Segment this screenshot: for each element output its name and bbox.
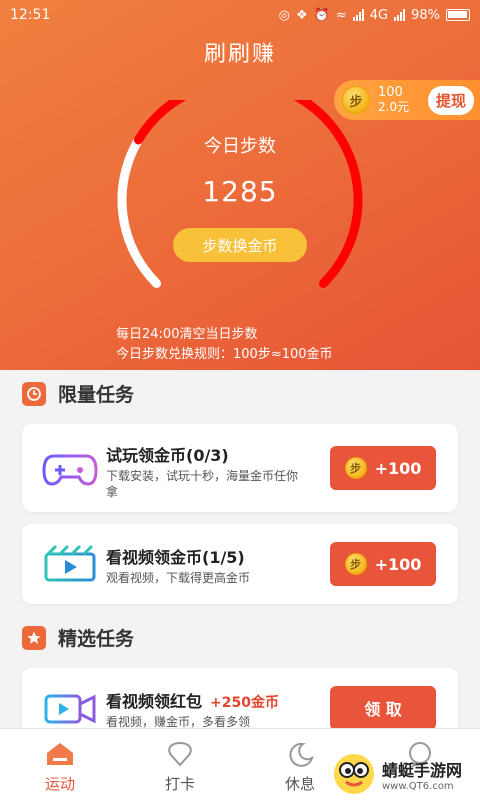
battery-percent: 98%: [411, 7, 440, 23]
wallet-cash: 2.0元: [378, 100, 410, 114]
featured-section-header: 精选任务: [22, 624, 134, 651]
gamepad-icon: [42, 454, 98, 486]
bluetooth-icon: ❖: [295, 7, 308, 23]
task-desc-line: 下载安装，试玩十秒，海量金币任你: [106, 469, 299, 483]
reward-label: +100: [374, 554, 422, 574]
task-card-video[interactable]: 看视频领金币(1/5) 观看视频，下载得更高金币 步 +100: [22, 524, 458, 604]
wallet-coins: 100: [378, 85, 403, 100]
step-count: 1285: [202, 175, 278, 208]
gauge-track: [117, 135, 162, 288]
location-icon: ◎: [278, 7, 290, 23]
task-desc: 观看视频，下载得更高金币: [106, 571, 251, 585]
withdraw-button[interactable]: 提现: [427, 85, 474, 115]
alarm-icon: ⏰: [313, 7, 330, 23]
tab-label: 休息: [284, 775, 315, 793]
status-icons: ◎ ❖ ⏰ ≈ 4G 98%: [279, 8, 470, 23]
tab-sport[interactable]: 运动: [0, 729, 120, 800]
today-steps-label: 今日步数: [204, 136, 276, 157]
watermark-title: 蜻蜓手游网: [382, 760, 463, 780]
watermark: 蜻蜓手游网 www.QT6.com: [332, 748, 480, 800]
coin-icon: 步: [344, 553, 367, 575]
film-icon: [44, 544, 96, 582]
task-title: 看视频领金币(1/5): [106, 548, 245, 567]
tab-checkin[interactable]: 打卡: [120, 729, 240, 800]
page-title: 刷刷赚: [203, 42, 276, 67]
limited-section-header: 限量任务: [22, 380, 134, 407]
status-time: 12:51: [10, 7, 51, 23]
trial-reward-button[interactable]: 步 +100: [330, 446, 436, 490]
reset-rule-text: 每日24:00清空当日步数: [116, 327, 258, 342]
coin-icon: 步: [344, 457, 367, 479]
watermark-text: 蜻蜓手游网 www.QT6.com: [382, 757, 462, 792]
task-title: 试玩领金币(0/3): [106, 446, 229, 465]
reward-label: +100: [374, 458, 422, 478]
home-icon: [47, 743, 73, 765]
signal-icon-2: [394, 9, 406, 21]
task-bonus: +250金币: [210, 695, 279, 711]
video-reward-button[interactable]: 步 +100: [330, 542, 436, 586]
star-icon: [22, 625, 46, 650]
task-desc: 下载安装，试玩十秒，海量金币任你 拿: [106, 468, 298, 500]
map-pin-icon: [168, 741, 192, 767]
watermark-url: www.QT6.com: [382, 780, 454, 792]
status-bar: 12:51 ◎ ❖ ⏰ ≈ 4G 98%: [0, 0, 480, 30]
battery-icon: [446, 9, 470, 21]
task-title: 看视频领红包: [106, 692, 203, 711]
tab-label: 打卡: [164, 775, 195, 793]
signal-icon: [352, 9, 364, 21]
dragonfly-logo-icon: [334, 754, 374, 794]
moon-icon: [289, 742, 314, 767]
featured-section-title: 精选任务: [58, 628, 135, 650]
task-card-trial[interactable]: 试玩领金币(0/3) 下载安装，试玩十秒，海量金币任你 拿 步 +100: [22, 424, 458, 512]
clock-icon: [22, 381, 46, 406]
exchange-button[interactable]: 步数换金币: [173, 228, 307, 262]
exchange-rule-text: 今日步数兑换规则：100步≈100金币: [116, 347, 333, 362]
video-camera-icon: [44, 694, 96, 724]
claim-button[interactable]: 领 取: [330, 686, 436, 730]
task-desc-line: 拿: [106, 485, 119, 499]
header-banner: 12:51 ◎ ❖ ⏰ ≈ 4G 98% 刷刷赚 步 100 2.0元 提现 今…: [0, 0, 480, 370]
network-type: 4G: [369, 7, 389, 23]
tab-label: 运动: [44, 775, 75, 793]
limited-section-title: 限量任务: [58, 384, 135, 406]
wifi-icon: ≈: [335, 7, 347, 23]
wallet-values: 100 2.0元: [378, 85, 410, 115]
task-title-row: 看视频领红包 +250金币: [106, 688, 279, 712]
